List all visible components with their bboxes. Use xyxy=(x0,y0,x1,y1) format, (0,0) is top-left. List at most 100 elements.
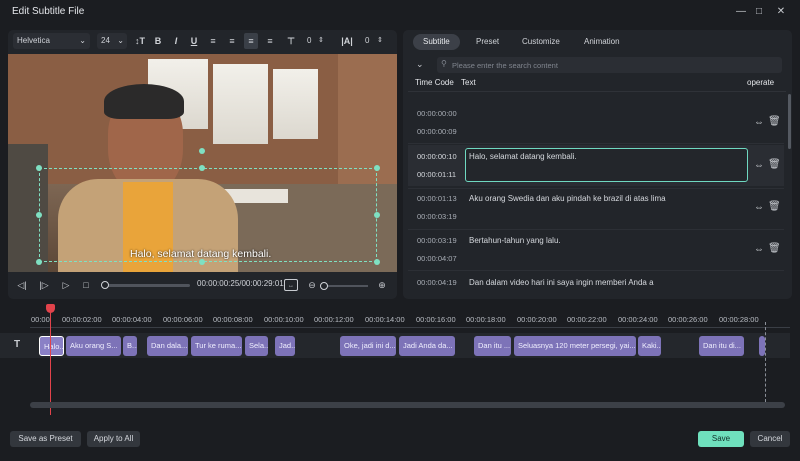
row-start-time[interactable]: 00:00:00:10 xyxy=(417,152,457,161)
save-as-preset-button[interactable]: Save as Preset xyxy=(10,431,81,447)
char-spacing-stepper-icon[interactable]: ⇕ xyxy=(377,33,383,49)
tab-customize[interactable]: Customize xyxy=(512,34,570,50)
zoom-knob[interactable] xyxy=(320,282,328,290)
text-height-icon[interactable]: ↕T xyxy=(133,33,147,49)
delete-icon[interactable]: 🗑 xyxy=(768,243,781,254)
align-center-icon[interactable]: ≡ xyxy=(225,33,239,49)
play-icon[interactable]: ▷ xyxy=(60,279,72,291)
split-icon[interactable]: ⇔ xyxy=(753,117,765,128)
save-button[interactable]: Save xyxy=(698,431,744,447)
row-start-time[interactable]: 00:00:03:19 xyxy=(417,236,457,245)
next-frame-icon[interactable]: |▷ xyxy=(38,279,50,291)
resize-handle[interactable] xyxy=(36,259,42,265)
bold-button[interactable]: B xyxy=(151,33,165,49)
split-icon[interactable]: ⇔ xyxy=(753,202,765,213)
delete-icon[interactable]: 🗑 xyxy=(768,201,781,212)
italic-button[interactable]: I xyxy=(169,33,183,49)
rotate-handle[interactable] xyxy=(199,148,205,154)
size-select[interactable]: 24 ⌄ xyxy=(97,33,127,49)
subtitle-clip[interactable]: Dan itu di... xyxy=(699,336,744,356)
maximize-icon[interactable]: □ xyxy=(749,4,769,20)
search-placeholder: Please enter the search content xyxy=(452,61,558,70)
fit-screen-icon[interactable]: ↔ xyxy=(284,279,298,291)
resize-handle[interactable] xyxy=(374,212,380,218)
ruler-label: 00:00:08:00 xyxy=(213,315,253,324)
cancel-button[interactable]: Cancel xyxy=(750,431,790,447)
subtitle-clip[interactable]: Tur ke ruma... xyxy=(191,336,242,356)
row-start-time[interactable]: 00:00:04:19 xyxy=(417,278,457,287)
resize-handle[interactable] xyxy=(199,165,205,171)
row-end-time[interactable]: 00:00:03:19 xyxy=(417,212,457,221)
ruler-label: 00:00:16:00 xyxy=(416,315,456,324)
title-bar xyxy=(0,0,800,24)
ruler-label: 00:00:18:00 xyxy=(466,315,506,324)
playhead-handle[interactable] xyxy=(46,304,55,313)
row-text[interactable]: Aku orang Swedia dan aku pindah ke brazi… xyxy=(469,194,739,203)
char-spacing-icon[interactable]: |A| xyxy=(340,33,354,49)
resize-handle[interactable] xyxy=(374,165,380,171)
list-scrollbar[interactable] xyxy=(788,94,791,149)
subtitle-clip[interactable]: Aku orang S... xyxy=(66,336,121,356)
resize-handle[interactable] xyxy=(199,259,205,265)
close-icon[interactable]: ✕ xyxy=(771,4,791,20)
resize-handle[interactable] xyxy=(36,165,42,171)
row-text[interactable]: Halo, selamat datang kembali. xyxy=(469,152,739,161)
subtitle-clip[interactable]: Halo... xyxy=(39,336,64,356)
zoom-in-icon[interactable]: ⊕ xyxy=(376,279,388,291)
align-left-icon[interactable]: ≡ xyxy=(206,33,220,49)
tab-subtitle[interactable]: Subtitle xyxy=(413,34,460,50)
subtitle-clip[interactable]: Jad... xyxy=(275,336,295,356)
align-middle-icon[interactable]: ≡ xyxy=(244,33,258,49)
tab-animation[interactable]: Animation xyxy=(574,34,630,50)
caption-bounding-box[interactable] xyxy=(39,168,377,262)
line-spacing-stepper-icon[interactable]: ⇕ xyxy=(318,33,324,49)
row-text[interactable]: Bertahun-tahun yang lalu. xyxy=(469,236,739,245)
subtitle-row[interactable] xyxy=(408,100,784,141)
prev-frame-icon[interactable]: ◁| xyxy=(16,279,28,291)
time-ruler[interactable] xyxy=(30,327,790,328)
underline-button[interactable]: U xyxy=(187,33,201,49)
split-icon[interactable]: ⇔ xyxy=(753,244,765,255)
font-select[interactable]: Helvetica ⌄ xyxy=(13,33,90,49)
delete-icon[interactable]: 🗑 xyxy=(768,116,781,127)
progress-bar[interactable] xyxy=(104,284,190,287)
collapse-chevron-icon[interactable]: ⌄ xyxy=(416,59,424,70)
minimize-icon[interactable]: — xyxy=(731,4,751,20)
stop-icon[interactable]: □ xyxy=(80,279,92,291)
playhead[interactable] xyxy=(50,309,51,415)
subtitle-clip[interactable]: Jadi Anda da... xyxy=(399,336,455,356)
ruler-label: 00:00:04:00 xyxy=(112,315,152,324)
line-spacing-value[interactable]: 0 xyxy=(307,33,311,49)
row-start-time[interactable]: 00:00:01:13 xyxy=(417,194,457,203)
row-start-time[interactable]: 00:00:00:00 xyxy=(417,109,457,118)
subtitle-clip[interactable]: Dan dala... xyxy=(147,336,188,356)
end-marker xyxy=(765,322,766,402)
tab-preset[interactable]: Preset xyxy=(466,34,509,50)
zoom-out-icon[interactable]: ⊖ xyxy=(306,279,318,291)
row-text[interactable]: Dan dalam video hari ini saya ingin memb… xyxy=(469,278,739,287)
row-end-time[interactable]: 00:00:04:07 xyxy=(417,254,457,263)
ruler-label: 00:00:24:00 xyxy=(618,315,658,324)
ruler-label: 00:00:22:00 xyxy=(567,315,607,324)
progress-knob[interactable] xyxy=(101,281,109,289)
align-justify-icon[interactable]: ≡ xyxy=(263,33,277,49)
row-end-time[interactable]: 00:00:00:09 xyxy=(417,127,457,136)
subtitle-clip[interactable]: Dan itu ... xyxy=(474,336,511,356)
subtitle-clip[interactable]: B... xyxy=(123,336,137,356)
split-icon[interactable]: ⇔ xyxy=(753,160,765,171)
char-spacing-value[interactable]: 0 xyxy=(365,33,369,49)
delete-icon[interactable]: 🗑 xyxy=(768,159,781,170)
subtitle-clip[interactable]: Seluasnya 120 meter persegi, yai... xyxy=(514,336,636,356)
playback-timecode: 00:00:00:25/00:00:29:01 xyxy=(197,279,284,288)
subtitle-clip[interactable]: Kaki... xyxy=(638,336,661,356)
subtitle-clip[interactable]: Oke, jadi ini d... xyxy=(340,336,396,356)
apply-to-all-button[interactable]: Apply to All xyxy=(87,431,140,447)
resize-handle[interactable] xyxy=(36,212,42,218)
divider xyxy=(408,229,784,230)
line-spacing-icon[interactable]: ⊤ xyxy=(284,33,298,49)
timeline-scrollbar[interactable] xyxy=(30,402,785,408)
divider xyxy=(408,270,784,271)
resize-handle[interactable] xyxy=(374,259,380,265)
subtitle-clip[interactable]: Sela... xyxy=(245,336,268,356)
row-end-time[interactable]: 00:00:01:11 xyxy=(417,170,456,179)
